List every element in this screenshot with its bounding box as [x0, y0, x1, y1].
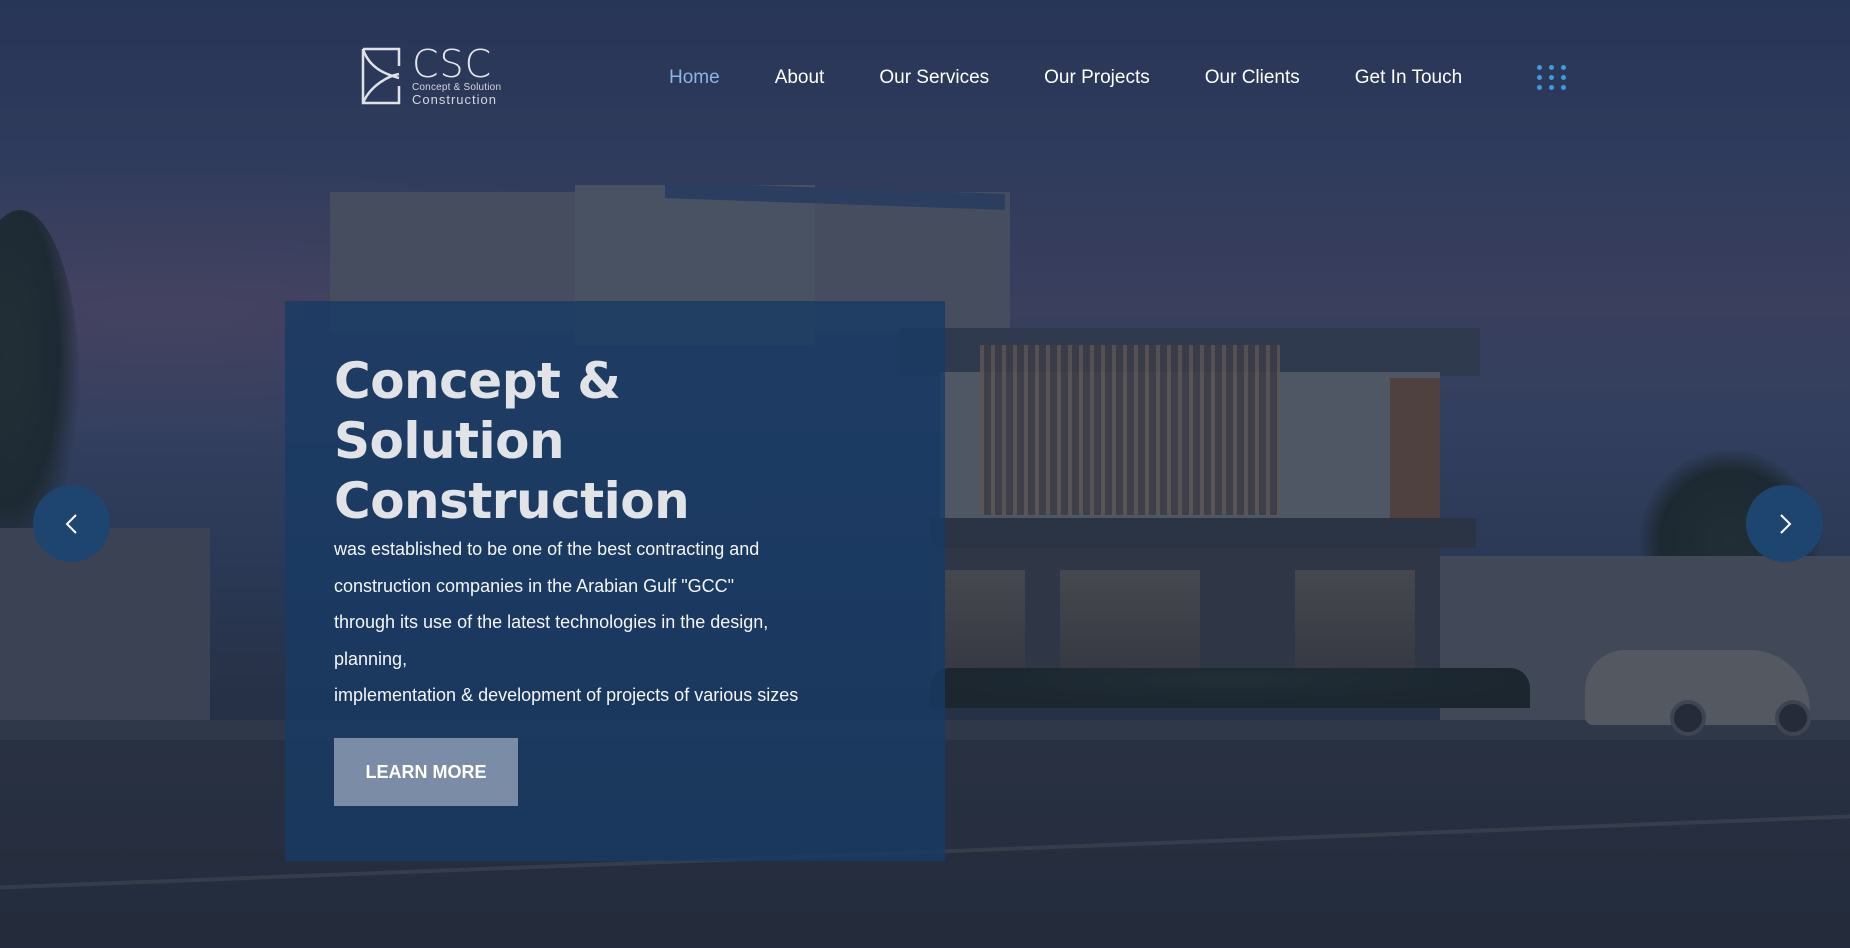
grid-dot: [1549, 65, 1554, 70]
logo[interactable]: CSC Concept & Solution Construction: [360, 44, 515, 108]
logo-text: CSC Concept & Solution Construction: [412, 42, 501, 107]
grid-dot: [1549, 75, 1554, 80]
hero-description-line: through its use of the latest technologi…: [334, 612, 769, 632]
grid-dot: [1561, 75, 1566, 80]
hero-title-line: Concept &: [334, 352, 621, 410]
hero-description-line: planning,: [334, 648, 408, 669]
grid-dots-icon[interactable]: [1537, 65, 1569, 91]
hero-title: Concept & Solution Construction: [334, 351, 854, 531]
site-header: CSC Concept & Solution Construction Home…: [0, 0, 1850, 150]
carousel-prev-button[interactable]: [33, 485, 110, 562]
nav-item-our-services[interactable]: Our Services: [879, 67, 989, 89]
chevron-right-icon: [1779, 513, 1791, 534]
carousel-next-button[interactable]: [1746, 485, 1823, 562]
learn-more-button[interactable]: LEARN MORE: [334, 738, 518, 806]
logo-title: CSC: [412, 42, 493, 86]
hero-description-line: construction companies in the Arabian Gu…: [334, 575, 734, 596]
main-nav: Home About Our Services Our Projects Our…: [669, 62, 1462, 94]
grid-dot: [1549, 85, 1554, 90]
nav-item-our-clients[interactable]: Our Clients: [1205, 67, 1300, 89]
hero-description-line: implementation & development of projects…: [334, 685, 799, 705]
hero-title-line: Solution: [334, 412, 565, 470]
nav-item-get-in-touch[interactable]: Get In Touch: [1355, 67, 1462, 89]
hero-card: Concept & Solution Construction was esta…: [285, 301, 945, 861]
grid-dot: [1537, 65, 1542, 70]
hero-description-line: was established to be one of the best co…: [334, 539, 760, 559]
nav-item-home[interactable]: Home: [669, 67, 720, 89]
nav-item-our-projects[interactable]: Our Projects: [1044, 67, 1150, 89]
grid-dot: [1537, 75, 1542, 80]
grid-dot: [1537, 85, 1542, 90]
logo-subtitle-construction: Construction: [412, 92, 497, 107]
grid-dot: [1561, 85, 1566, 90]
hero-description: was established to be one of the best co…: [334, 531, 894, 714]
logo-mark-icon: [361, 47, 401, 105]
nav-item-about[interactable]: About: [775, 67, 825, 89]
grid-dot: [1561, 65, 1566, 70]
chevron-left-icon: [65, 513, 77, 534]
hero-title-line: Construction: [334, 472, 690, 530]
